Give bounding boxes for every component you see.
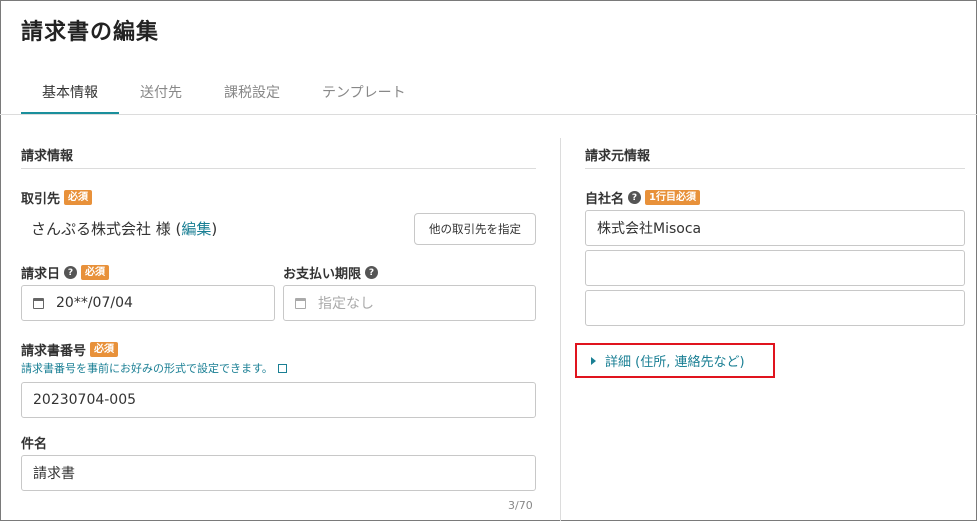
page-title: 請求書の編集 <box>21 20 160 45</box>
invoice-number-value: 20230704-005 <box>33 392 137 408</box>
client-label: 取引先 <box>21 192 61 207</box>
issue-date-label: 請求日 <box>21 267 61 282</box>
issue-date-value: 20**/07/04 <box>56 295 133 311</box>
tab-basic-info[interactable]: 基本情報 <box>21 80 119 114</box>
company-name-line1-value: 株式会社Misoca <box>597 221 702 237</box>
issuer-info-heading: 請求元情報 <box>585 149 651 164</box>
due-date-label: お支払い期限 <box>283 267 362 282</box>
subject-input[interactable]: 請求書 <box>21 455 536 491</box>
subject-label-group: 件名 <box>21 433 47 452</box>
due-date-placeholder: 指定なし <box>318 296 374 312</box>
issue-date-input[interactable]: 20**/07/04 <box>21 285 275 321</box>
details-toggle-label: 詳細 (住所, 連絡先など) <box>605 355 745 370</box>
invoice-info-heading: 請求情報 <box>21 149 74 164</box>
subject-label: 件名 <box>21 437 48 452</box>
caret-right-icon <box>591 356 596 365</box>
calendar-icon <box>295 297 306 309</box>
subject-char-counter: 3/70 <box>508 499 533 512</box>
invoice-number-hint-link[interactable]: 請求書番号を事前にお好みの形式で設定できます。 <box>21 360 287 376</box>
issue-date-label-group: 請求日 ? 必須 <box>21 263 110 282</box>
subject-value: 請求書 <box>33 466 75 482</box>
company-name-line1-input[interactable]: 株式会社Misoca <box>585 210 965 246</box>
client-label-group: 取引先 必須 <box>21 188 93 207</box>
tab-template[interactable]: テンプレート <box>301 80 427 114</box>
tabs-divider <box>0 114 977 115</box>
company-name-line3-input[interactable] <box>585 290 965 326</box>
client-edit-link[interactable]: 編集 <box>181 220 211 238</box>
invoice-number-input[interactable]: 20230704-005 <box>21 382 536 418</box>
client-name-paren: ) <box>211 220 218 238</box>
help-icon[interactable]: ? <box>64 266 78 279</box>
client-name: さんぷる株式会社 様 (編集) <box>31 218 217 239</box>
company-label: 自社名 <box>585 192 625 207</box>
required-badge: 必須 <box>64 190 93 205</box>
issuer-info-divider <box>585 168 965 169</box>
required-badge: 必須 <box>81 265 110 280</box>
help-icon[interactable]: ? <box>365 266 379 279</box>
company-name-line2-input[interactable] <box>585 250 965 286</box>
client-name-text: さんぷる株式会社 様 ( <box>31 220 182 238</box>
calendar-icon <box>33 297 44 309</box>
required-badge: 1行目必須 <box>645 190 700 205</box>
invoice-number-label-group: 請求書番号 必須 <box>21 340 119 359</box>
invoice-number-label: 請求書番号 <box>21 344 87 359</box>
help-icon[interactable]: ? <box>628 191 642 204</box>
change-client-button[interactable]: 他の取引先を指定 <box>414 213 536 245</box>
tab-bar: 基本情報 送付先 課税設定 テンプレート <box>21 80 427 114</box>
due-date-input[interactable]: 指定なし <box>283 285 536 321</box>
company-label-group: 自社名 ? 1行目必須 <box>585 188 700 207</box>
tab-tax-settings[interactable]: 課税設定 <box>203 80 301 114</box>
details-toggle[interactable]: 詳細 (住所, 連絡先など) <box>575 343 775 378</box>
tab-recipient[interactable]: 送付先 <box>119 80 203 114</box>
required-badge: 必須 <box>90 342 119 357</box>
due-date-label-group: お支払い期限 ? <box>283 263 379 282</box>
column-divider <box>560 138 561 521</box>
invoice-info-divider <box>21 168 536 169</box>
external-link-icon <box>277 363 287 373</box>
invoice-number-hint: 請求書番号を事前にお好みの形式で設定できます。 <box>21 362 273 375</box>
